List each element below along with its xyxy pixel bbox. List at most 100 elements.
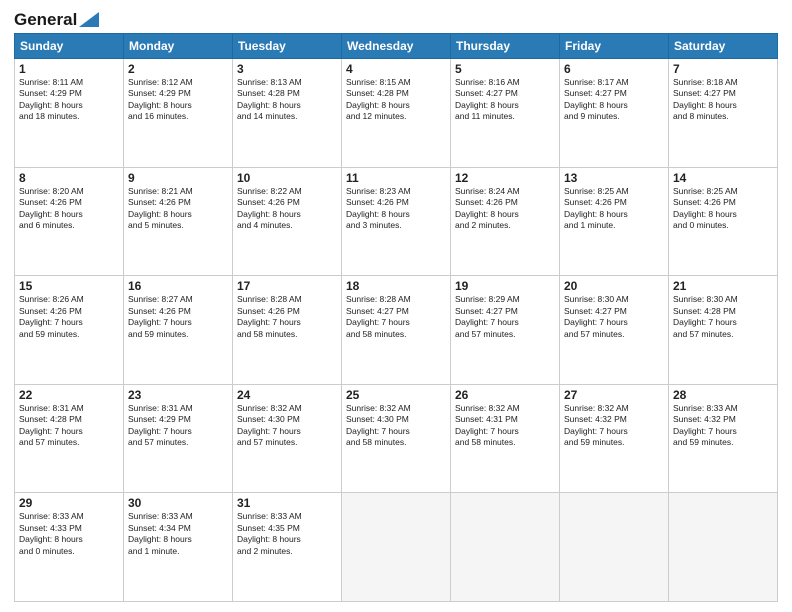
- logo: General: [14, 10, 99, 27]
- day-number: 20: [564, 279, 664, 293]
- day-info: Sunrise: 8:21 AM Sunset: 4:26 PM Dayligh…: [128, 186, 228, 232]
- day-cell: 19Sunrise: 8:29 AM Sunset: 4:27 PM Dayli…: [451, 276, 560, 385]
- day-info: Sunrise: 8:16 AM Sunset: 4:27 PM Dayligh…: [455, 77, 555, 123]
- day-info: Sunrise: 8:29 AM Sunset: 4:27 PM Dayligh…: [455, 294, 555, 340]
- day-cell: 29Sunrise: 8:33 AM Sunset: 4:33 PM Dayli…: [15, 493, 124, 602]
- day-cell: [342, 493, 451, 602]
- day-number: 28: [673, 388, 773, 402]
- col-header-saturday: Saturday: [669, 34, 778, 59]
- day-cell: 3Sunrise: 8:13 AM Sunset: 4:28 PM Daylig…: [233, 59, 342, 168]
- day-cell: 9Sunrise: 8:21 AM Sunset: 4:26 PM Daylig…: [124, 167, 233, 276]
- col-header-sunday: Sunday: [15, 34, 124, 59]
- day-cell: 31Sunrise: 8:33 AM Sunset: 4:35 PM Dayli…: [233, 493, 342, 602]
- day-cell: 2Sunrise: 8:12 AM Sunset: 4:29 PM Daylig…: [124, 59, 233, 168]
- week-row-1: 1Sunrise: 8:11 AM Sunset: 4:29 PM Daylig…: [15, 59, 778, 168]
- day-cell: 15Sunrise: 8:26 AM Sunset: 4:26 PM Dayli…: [15, 276, 124, 385]
- day-cell: 13Sunrise: 8:25 AM Sunset: 4:26 PM Dayli…: [560, 167, 669, 276]
- day-cell: 5Sunrise: 8:16 AM Sunset: 4:27 PM Daylig…: [451, 59, 560, 168]
- page: General SundayMondayTuesdayWednesdayThur…: [0, 0, 792, 612]
- col-header-monday: Monday: [124, 34, 233, 59]
- day-cell: 28Sunrise: 8:33 AM Sunset: 4:32 PM Dayli…: [669, 384, 778, 493]
- day-number: 8: [19, 171, 119, 185]
- day-number: 21: [673, 279, 773, 293]
- day-info: Sunrise: 8:33 AM Sunset: 4:33 PM Dayligh…: [19, 511, 119, 557]
- day-info: Sunrise: 8:12 AM Sunset: 4:29 PM Dayligh…: [128, 77, 228, 123]
- day-info: Sunrise: 8:32 AM Sunset: 4:31 PM Dayligh…: [455, 403, 555, 449]
- day-number: 26: [455, 388, 555, 402]
- week-row-4: 22Sunrise: 8:31 AM Sunset: 4:28 PM Dayli…: [15, 384, 778, 493]
- logo-icon: [79, 12, 99, 27]
- day-info: Sunrise: 8:22 AM Sunset: 4:26 PM Dayligh…: [237, 186, 337, 232]
- day-number: 6: [564, 62, 664, 76]
- day-cell: 30Sunrise: 8:33 AM Sunset: 4:34 PM Dayli…: [124, 493, 233, 602]
- day-cell: 8Sunrise: 8:20 AM Sunset: 4:26 PM Daylig…: [15, 167, 124, 276]
- week-row-3: 15Sunrise: 8:26 AM Sunset: 4:26 PM Dayli…: [15, 276, 778, 385]
- day-cell: 25Sunrise: 8:32 AM Sunset: 4:30 PM Dayli…: [342, 384, 451, 493]
- day-info: Sunrise: 8:30 AM Sunset: 4:27 PM Dayligh…: [564, 294, 664, 340]
- day-cell: 18Sunrise: 8:28 AM Sunset: 4:27 PM Dayli…: [342, 276, 451, 385]
- day-info: Sunrise: 8:33 AM Sunset: 4:32 PM Dayligh…: [673, 403, 773, 449]
- day-cell: 4Sunrise: 8:15 AM Sunset: 4:28 PM Daylig…: [342, 59, 451, 168]
- day-number: 24: [237, 388, 337, 402]
- day-cell: 22Sunrise: 8:31 AM Sunset: 4:28 PM Dayli…: [15, 384, 124, 493]
- day-number: 18: [346, 279, 446, 293]
- day-info: Sunrise: 8:27 AM Sunset: 4:26 PM Dayligh…: [128, 294, 228, 340]
- day-cell: [560, 493, 669, 602]
- day-info: Sunrise: 8:26 AM Sunset: 4:26 PM Dayligh…: [19, 294, 119, 340]
- week-row-2: 8Sunrise: 8:20 AM Sunset: 4:26 PM Daylig…: [15, 167, 778, 276]
- week-row-5: 29Sunrise: 8:33 AM Sunset: 4:33 PM Dayli…: [15, 493, 778, 602]
- day-number: 22: [19, 388, 119, 402]
- day-cell: 24Sunrise: 8:32 AM Sunset: 4:30 PM Dayli…: [233, 384, 342, 493]
- day-info: Sunrise: 8:17 AM Sunset: 4:27 PM Dayligh…: [564, 77, 664, 123]
- day-info: Sunrise: 8:32 AM Sunset: 4:32 PM Dayligh…: [564, 403, 664, 449]
- col-header-tuesday: Tuesday: [233, 34, 342, 59]
- day-cell: [669, 493, 778, 602]
- day-number: 23: [128, 388, 228, 402]
- day-info: Sunrise: 8:31 AM Sunset: 4:28 PM Dayligh…: [19, 403, 119, 449]
- day-number: 29: [19, 496, 119, 510]
- day-cell: 10Sunrise: 8:22 AM Sunset: 4:26 PM Dayli…: [233, 167, 342, 276]
- day-number: 10: [237, 171, 337, 185]
- day-cell: 6Sunrise: 8:17 AM Sunset: 4:27 PM Daylig…: [560, 59, 669, 168]
- day-cell: [451, 493, 560, 602]
- day-number: 13: [564, 171, 664, 185]
- day-number: 14: [673, 171, 773, 185]
- day-number: 16: [128, 279, 228, 293]
- day-info: Sunrise: 8:33 AM Sunset: 4:35 PM Dayligh…: [237, 511, 337, 557]
- day-cell: 16Sunrise: 8:27 AM Sunset: 4:26 PM Dayli…: [124, 276, 233, 385]
- logo-general-text: General: [14, 10, 77, 30]
- day-number: 4: [346, 62, 446, 76]
- day-info: Sunrise: 8:23 AM Sunset: 4:26 PM Dayligh…: [346, 186, 446, 232]
- col-header-thursday: Thursday: [451, 34, 560, 59]
- day-cell: 27Sunrise: 8:32 AM Sunset: 4:32 PM Dayli…: [560, 384, 669, 493]
- day-number: 30: [128, 496, 228, 510]
- header: General: [14, 10, 778, 27]
- col-header-friday: Friday: [560, 34, 669, 59]
- day-number: 3: [237, 62, 337, 76]
- day-info: Sunrise: 8:32 AM Sunset: 4:30 PM Dayligh…: [237, 403, 337, 449]
- day-number: 31: [237, 496, 337, 510]
- day-cell: 23Sunrise: 8:31 AM Sunset: 4:29 PM Dayli…: [124, 384, 233, 493]
- day-cell: 14Sunrise: 8:25 AM Sunset: 4:26 PM Dayli…: [669, 167, 778, 276]
- day-info: Sunrise: 8:11 AM Sunset: 4:29 PM Dayligh…: [19, 77, 119, 123]
- day-number: 17: [237, 279, 337, 293]
- day-info: Sunrise: 8:25 AM Sunset: 4:26 PM Dayligh…: [673, 186, 773, 232]
- day-cell: 12Sunrise: 8:24 AM Sunset: 4:26 PM Dayli…: [451, 167, 560, 276]
- day-info: Sunrise: 8:30 AM Sunset: 4:28 PM Dayligh…: [673, 294, 773, 340]
- day-info: Sunrise: 8:18 AM Sunset: 4:27 PM Dayligh…: [673, 77, 773, 123]
- header-row: SundayMondayTuesdayWednesdayThursdayFrid…: [15, 34, 778, 59]
- day-info: Sunrise: 8:31 AM Sunset: 4:29 PM Dayligh…: [128, 403, 228, 449]
- day-info: Sunrise: 8:33 AM Sunset: 4:34 PM Dayligh…: [128, 511, 228, 557]
- day-number: 5: [455, 62, 555, 76]
- day-number: 7: [673, 62, 773, 76]
- day-cell: 1Sunrise: 8:11 AM Sunset: 4:29 PM Daylig…: [15, 59, 124, 168]
- day-cell: 26Sunrise: 8:32 AM Sunset: 4:31 PM Dayli…: [451, 384, 560, 493]
- day-number: 19: [455, 279, 555, 293]
- day-cell: 21Sunrise: 8:30 AM Sunset: 4:28 PM Dayli…: [669, 276, 778, 385]
- day-info: Sunrise: 8:20 AM Sunset: 4:26 PM Dayligh…: [19, 186, 119, 232]
- day-number: 2: [128, 62, 228, 76]
- day-info: Sunrise: 8:13 AM Sunset: 4:28 PM Dayligh…: [237, 77, 337, 123]
- calendar-table: SundayMondayTuesdayWednesdayThursdayFrid…: [14, 33, 778, 602]
- day-cell: 7Sunrise: 8:18 AM Sunset: 4:27 PM Daylig…: [669, 59, 778, 168]
- day-info: Sunrise: 8:24 AM Sunset: 4:26 PM Dayligh…: [455, 186, 555, 232]
